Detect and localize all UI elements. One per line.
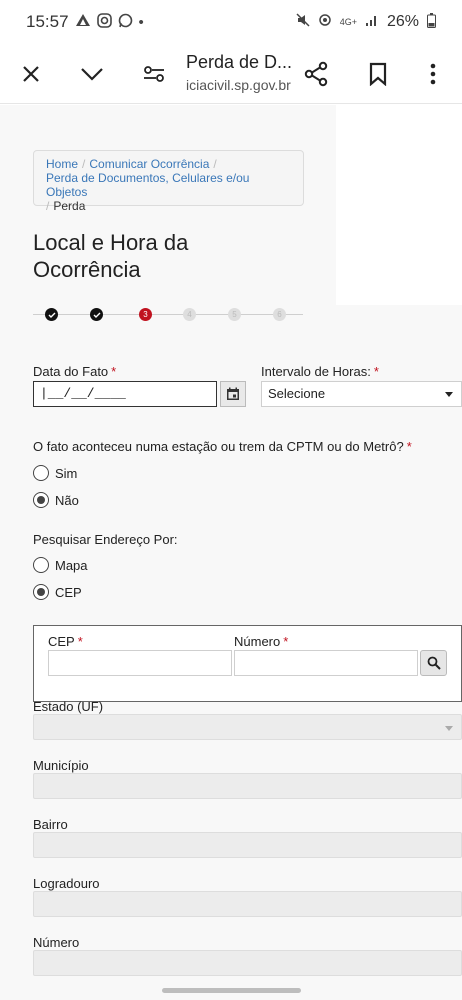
signal-icon [365, 13, 379, 31]
battery-icon [427, 12, 436, 32]
instagram-icon [96, 12, 112, 32]
status-time: 15:57 [26, 12, 69, 31]
hotspot-icon [318, 13, 332, 31]
radio-mapa-circle[interactable] [33, 557, 49, 573]
whatsapp-icon [118, 13, 133, 32]
numero-label: Número * [234, 634, 289, 649]
dropdown-caret-icon [445, 392, 453, 397]
home-indicator[interactable] [162, 988, 301, 993]
step-2-done-icon [90, 308, 103, 321]
station-question-label: O fato aconteceu numa estação ou trem da… [33, 439, 412, 454]
mute-icon [296, 13, 310, 31]
radio-cep-circle[interactable] [33, 584, 49, 600]
share-icon[interactable] [298, 56, 334, 92]
municipio-field [33, 773, 462, 799]
bookmark-icon[interactable] [360, 56, 396, 92]
page-title: Local e Hora da Ocorrência [33, 230, 189, 282]
radio-nao-circle[interactable] [33, 492, 49, 508]
step-1-done-icon [45, 308, 58, 321]
search-by-label: Pesquisar Endereço Por: [33, 532, 178, 547]
page-tab-title: Perda de D... [186, 52, 293, 72]
breadcrumb-perda-documentos[interactable]: Perda de Documentos, Celulares e/ou Obje… [46, 171, 249, 199]
close-icon[interactable] [13, 56, 49, 92]
numero-address-label: Número [33, 935, 80, 950]
breadcrumb-comunicar[interactable]: Comunicar Ocorrência [89, 157, 209, 171]
dropdown-caret-icon [445, 726, 453, 731]
cep-input[interactable] [48, 650, 232, 676]
breadcrumb: Home / Comunicar Ocorrência / Perda de Docu… [33, 150, 304, 213]
radio-cep[interactable]: CEP [33, 584, 82, 600]
estado-select [33, 714, 462, 740]
search-icon[interactable] [420, 650, 447, 676]
breadcrumb-current: Perda [53, 199, 86, 213]
battery-percent: 26% [386, 13, 419, 30]
estado-label: Estado (UF) [33, 699, 104, 714]
logradouro-label: Logradouro [33, 876, 100, 891]
step-5: 5 [228, 308, 241, 321]
calendar-icon[interactable] [220, 381, 246, 407]
step-current: 3 [139, 308, 152, 321]
progress-stepper: 3 4 5 6 [33, 303, 303, 327]
numero-address-field [33, 950, 462, 976]
municipio-label: Município [33, 758, 89, 773]
cep-label: CEP * [48, 634, 83, 649]
numero-input[interactable] [234, 650, 418, 676]
site-settings-icon[interactable] [136, 56, 172, 92]
bairro-field [33, 832, 462, 858]
radio-sim-circle[interactable] [33, 465, 49, 481]
date-field[interactable]: |__/__/____ [33, 381, 217, 407]
network-type-label: 4G+ [339, 17, 357, 27]
more-options-icon[interactable] [415, 56, 451, 92]
dot-icon: • [138, 13, 144, 31]
radio-mapa[interactable]: Mapa [33, 557, 88, 573]
hours-select[interactable]: Selecione [261, 381, 462, 407]
step-4: 4 [183, 308, 196, 321]
logradouro-field [33, 891, 462, 917]
radio-nao[interactable]: Não [33, 492, 79, 508]
bairro-label: Bairro [33, 817, 68, 832]
radio-sim[interactable]: Sim [33, 465, 77, 481]
notification-icon [75, 13, 91, 31]
step-6: 6 [273, 308, 286, 321]
tab-title-block[interactable]: Perda de D... iciacivil.sp.gov.br [186, 52, 296, 93]
status-bar: 15:57 • 4G+ 26% [0, 0, 462, 44]
cep-search-box: CEP * Número * [33, 625, 462, 702]
page-url: iciacivil.sp.gov.br [186, 77, 291, 93]
chevron-down-icon[interactable] [74, 56, 110, 92]
hours-label: Intervalo de Horas: * [261, 364, 379, 379]
hours-select-value: Selecione [268, 386, 326, 401]
page-content: Home / Comunicar Ocorrência / Perda de Docu… [0, 105, 462, 1000]
browser-toolbar: Perda de D... iciacivil.sp.gov.br [0, 44, 462, 104]
breadcrumb-home[interactable]: Home [46, 157, 78, 171]
date-label: Data do Fato * [33, 364, 117, 379]
